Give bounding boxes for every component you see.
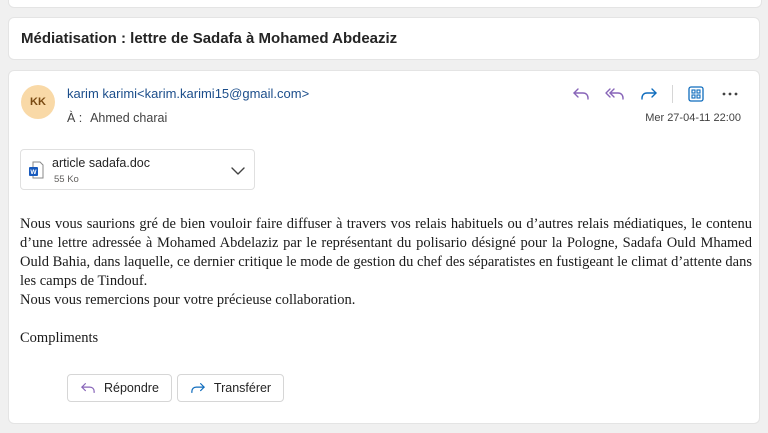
recipient-line: À : Ahmed charai: [67, 111, 167, 125]
quick-reply-bar: Répondre Transférer: [67, 374, 285, 402]
previous-message-card: [8, 0, 762, 8]
reply-button[interactable]: Répondre: [67, 374, 172, 402]
body-paragraph: Nous vous saurions gré de bien vouloir f…: [20, 216, 752, 289]
apps-icon[interactable]: [685, 83, 707, 105]
reply-button-label: Répondre: [104, 381, 159, 395]
message-datetime: Mer 27-04-11 22:00: [645, 112, 741, 124]
body-thanks: Nous vous remercions pour votre précieus…: [20, 292, 356, 308]
attachment-size: 55 Ko: [54, 174, 79, 185]
svg-text:W: W: [30, 169, 37, 176]
forward-button[interactable]: Transférer: [176, 374, 285, 402]
recipient-name[interactable]: Ahmed charai: [90, 111, 167, 125]
message-actions: [570, 83, 741, 105]
email-subject: Médiatisation : lettre de Sadafa à Moham…: [21, 30, 398, 47]
chevron-down-icon[interactable]: [229, 162, 247, 180]
toolbar-divider: [672, 85, 673, 103]
attachment-name: article sadafa.doc: [52, 156, 150, 170]
reply-icon: [80, 381, 96, 395]
message-card: KK karim karimi<karim.karimi15@gmail.com…: [8, 70, 760, 424]
body-closing: Compliments: [20, 330, 99, 346]
subject-header: Médiatisation : lettre de Sadafa à Moham…: [8, 17, 760, 60]
forward-icon[interactable]: [638, 83, 660, 105]
reply-all-icon[interactable]: [604, 83, 626, 105]
attachment-card[interactable]: W article sadafa.doc 55 Ko: [20, 149, 255, 190]
reply-icon[interactable]: [570, 83, 592, 105]
more-icon[interactable]: [719, 83, 741, 105]
word-doc-icon: W: [29, 161, 44, 179]
to-label: À :: [67, 111, 83, 125]
forward-button-label: Transférer: [213, 381, 272, 395]
avatar[interactable]: KK: [21, 85, 55, 119]
sender-name[interactable]: karim karimi<karim.karimi15@gmail.com>: [67, 86, 309, 101]
forward-icon: [190, 381, 206, 395]
message-body: Nous vous saurions gré de bien vouloir f…: [20, 215, 752, 348]
